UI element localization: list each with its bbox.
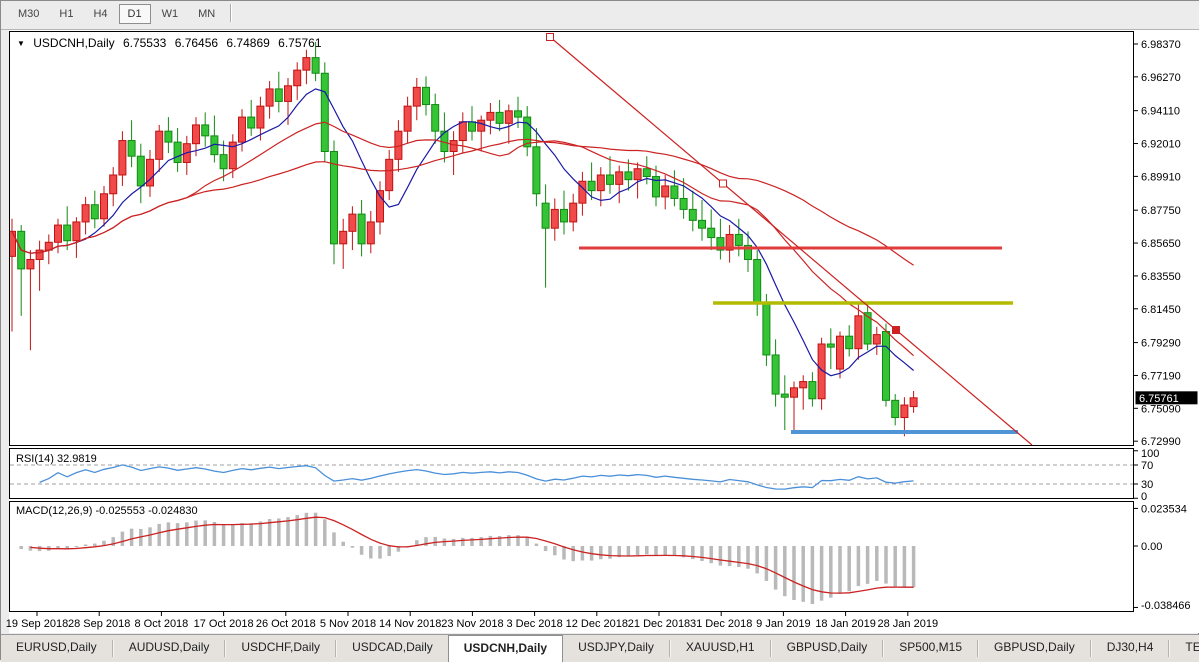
toolbar-separator bbox=[230, 4, 232, 22]
tab-usdjpy-daily[interactable]: USDJPY,Daily bbox=[563, 635, 669, 662]
current-price-text: 6.75761 bbox=[1139, 393, 1179, 405]
tab-dj30-h4[interactable]: DJ30,H4 bbox=[1092, 635, 1169, 662]
terminal-window: M30H1H4D1W1MN 6.98370 6.96270 6.94110 6.920… bbox=[0, 0, 1199, 660]
date-axis-label: 8 Oct 2018 bbox=[134, 618, 188, 630]
timeframe-w1-button[interactable]: W1 bbox=[153, 4, 188, 24]
timeframe-h1-button[interactable]: H1 bbox=[50, 4, 82, 24]
price-axis-label: 6.87750 bbox=[1141, 205, 1181, 217]
timeframe-d1-button[interactable]: D1 bbox=[119, 4, 151, 24]
resistance-hline[interactable] bbox=[579, 247, 1002, 250]
rsi-axis-label: 100 bbox=[1141, 448, 1159, 460]
tab-tech100-h1[interactable]: TECH100,H1 bbox=[1170, 635, 1199, 662]
price-axis-label: 6.85650 bbox=[1141, 238, 1181, 250]
date-axis-label: 17 Oct 2018 bbox=[194, 618, 254, 630]
support-hline[interactable] bbox=[791, 430, 1018, 434]
macd-name: MACD(12,26,9) bbox=[16, 505, 92, 517]
trendline-handle-mid[interactable] bbox=[720, 180, 727, 187]
trendline-handle-end[interactable] bbox=[893, 327, 900, 334]
symbol-dropdown-icon[interactable]: ▼ bbox=[17, 39, 25, 48]
rsi-axis-label: 70 bbox=[1141, 460, 1153, 472]
date-axis-label: 5 Nov 2018 bbox=[320, 618, 376, 630]
rsi-indicator-label: RSI(14) 32.9819 bbox=[16, 453, 97, 465]
price-axis-label: 6.92010 bbox=[1141, 139, 1181, 151]
rsi-panel[interactable] bbox=[10, 449, 1134, 499]
date-axis-label: 9 Jan 2019 bbox=[756, 618, 810, 630]
timeframe-m30-button[interactable]: M30 bbox=[9, 4, 48, 24]
tab-sp500-m15[interactable]: SP500,M15 bbox=[884, 635, 977, 662]
date-axis-label: 14 Nov 2018 bbox=[379, 618, 441, 630]
chart-symbol-label: USDCNH,Daily bbox=[33, 36, 114, 50]
trendline-handle-start[interactable] bbox=[547, 34, 554, 41]
date-axis-label: 18 Jan 2019 bbox=[815, 618, 876, 630]
tab-gbpusd-daily[interactable]: GBPUSD,Daily bbox=[979, 635, 1090, 662]
date-axis-label: 19 Sep 2018 bbox=[6, 618, 68, 630]
rsi-value: 32.9819 bbox=[57, 453, 97, 465]
macd-axis-label: 0.023534 bbox=[1141, 503, 1187, 515]
ohlc-high: 6.76456 bbox=[175, 36, 218, 50]
macd-main-value: -0.025553 bbox=[95, 505, 145, 517]
price-axis-label: 6.89910 bbox=[1141, 171, 1181, 183]
tab-eurusd-daily[interactable]: EURUSD,Daily bbox=[1, 635, 112, 662]
price-axis-label: 6.83550 bbox=[1141, 271, 1181, 283]
date-axis-label: 26 Oct 2018 bbox=[256, 618, 316, 630]
ohlc-low: 6.74869 bbox=[226, 36, 269, 50]
price-axis-label: 6.94110 bbox=[1141, 106, 1180, 118]
tab-gbpusd-daily[interactable]: GBPUSD,Daily bbox=[772, 635, 883, 662]
ohlc-close: 6.75761 bbox=[278, 36, 321, 50]
chart-canvas[interactable]: 6.98370 6.96270 6.94110 6.92010 6.89910 6.877… bbox=[1, 1, 1199, 634]
macd-axis-label: 0.00 bbox=[1141, 541, 1162, 553]
price-axis-label: 6.77190 bbox=[1141, 370, 1181, 382]
symbol-tab-bar: EURUSD,DailyAUDUSD,DailyUSDCHF,DailyUSDC… bbox=[1, 634, 1199, 662]
price-panel[interactable] bbox=[10, 32, 1134, 446]
tab-usdcnh-daily[interactable]: USDCNH,Daily bbox=[448, 635, 563, 662]
date-axis-label: 12 Dec 2018 bbox=[566, 618, 628, 630]
ohlc-open: 6.75533 bbox=[123, 36, 166, 50]
price-axis-label: 6.81450 bbox=[1141, 304, 1181, 316]
tab-usdcad-daily[interactable]: USDCAD,Daily bbox=[337, 635, 448, 662]
date-axis[interactable]: 19 Sep 201828 Sep 2018 8 Oct 2018 17 Oct 2… bbox=[6, 612, 938, 631]
macd-signal-value: -0.024830 bbox=[148, 505, 198, 517]
tab-audusd-daily[interactable]: AUDUSD,Daily bbox=[114, 635, 225, 662]
macd-axis-label: -0.038466 bbox=[1141, 600, 1191, 612]
date-axis-label: 28 Jan 2019 bbox=[878, 618, 939, 630]
price-axis-label: 6.96270 bbox=[1141, 72, 1181, 84]
price-axis-label: 6.72990 bbox=[1141, 436, 1181, 448]
date-axis-label: 3 Dec 2018 bbox=[506, 618, 562, 630]
rsi-axis-label: 0 bbox=[1141, 491, 1147, 503]
tab-xauusd-h1[interactable]: XAUUSD,H1 bbox=[671, 635, 770, 662]
date-axis-label: 31 Dec 2018 bbox=[690, 618, 752, 630]
price-axis-label: 6.79290 bbox=[1141, 338, 1181, 350]
date-axis-label: 21 Dec 2018 bbox=[628, 618, 690, 630]
rsi-axis-label: 30 bbox=[1141, 479, 1153, 491]
rsi-name: RSI(14) bbox=[16, 453, 54, 465]
price-axis-label: 6.98370 bbox=[1141, 39, 1181, 51]
timeframe-mn-button[interactable]: MN bbox=[189, 4, 224, 24]
timeframe-h4-button[interactable]: H4 bbox=[84, 4, 116, 24]
timeframe-toolbar: M30H1H4D1W1MN bbox=[1, 1, 1199, 30]
price-axis-label: 6.75090 bbox=[1141, 403, 1181, 415]
date-axis-label: 28 Sep 2018 bbox=[68, 618, 130, 630]
tab-usdchf-daily[interactable]: USDCHF,Daily bbox=[226, 635, 335, 662]
chart-header: ▼ USDCNH,Daily 6.75533 6.76456 6.74869 6… bbox=[17, 36, 327, 50]
macd-indicator-label: MACD(12,26,9) -0.025553 -0.024830 bbox=[16, 505, 198, 517]
price-axis[interactable]: 6.98370 6.96270 6.94110 6.92010 6.89910 6.877… bbox=[1134, 39, 1181, 448]
date-axis-label: 23 Nov 2018 bbox=[441, 618, 503, 630]
